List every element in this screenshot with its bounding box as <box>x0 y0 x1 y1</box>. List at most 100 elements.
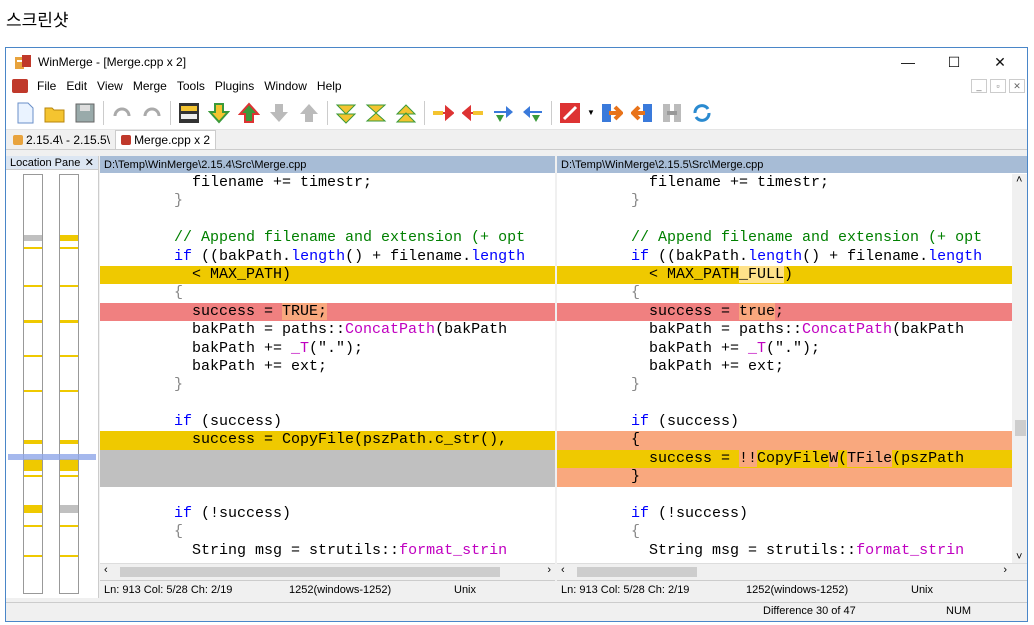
diff-line: success = CopyFile(pszPath.c_str(), <box>100 431 555 450</box>
right-status-eol: Unix <box>911 583 934 596</box>
prev-diff-icon[interactable] <box>237 101 261 125</box>
code-line: if (!success) <box>631 505 749 523</box>
save-icon[interactable] <box>73 101 97 125</box>
merge-disabled-icon[interactable] <box>660 101 684 125</box>
compare-right-icon[interactable] <box>600 101 624 125</box>
close-button[interactable]: ✕ <box>977 48 1023 76</box>
tab-file-compare[interactable]: Merge.cpp x 2 <box>115 130 217 149</box>
redo-icon[interactable] <box>140 101 164 125</box>
right-horizontal-scrollbar[interactable]: ‹ › <box>557 563 1027 580</box>
main-status-bar: Difference 30 of 47 NUM <box>6 602 1027 621</box>
scroll-left-icon[interactable]: ‹ <box>561 564 565 576</box>
code-line: if ((bakPath.length() + filename.length <box>174 247 526 265</box>
tab-label: 2.15.4\ - 2.15.5\ <box>26 132 111 147</box>
left-horizontal-scrollbar[interactable]: ‹ › <box>100 563 555 580</box>
right-code-view[interactable]: filename += timestr; } // Append filenam… <box>557 174 1012 564</box>
num-lock-indicator: NUM <box>946 605 972 617</box>
code-line: if (success) <box>631 413 740 431</box>
left-status-position: Ln: 913 Col: 5/28 Ch: 2/19 <box>104 583 233 596</box>
code-line: { <box>559 523 641 541</box>
scroll-left-icon[interactable]: ‹ <box>104 564 108 576</box>
compare-left-icon[interactable] <box>630 101 654 125</box>
menu-file[interactable]: File <box>32 79 61 93</box>
minimize-button[interactable]: — <box>885 48 931 76</box>
scroll-up-icon[interactable]: ˄ <box>1016 174 1022 186</box>
left-code-view[interactable]: filename += timestr; } // Append filenam… <box>100 174 555 564</box>
diff-line: < MAX_PATH_FULL) <box>557 265 1012 285</box>
menu-plugins[interactable]: Plugins <box>210 79 259 93</box>
toolbar: ▼ <box>6 96 1027 130</box>
current-diff-icon[interactable] <box>364 101 388 125</box>
menu-bar: File Edit View Merge Tools Plugins Windo… <box>6 76 1027 96</box>
menu-window[interactable]: Window <box>259 79 312 93</box>
options-icon[interactable] <box>558 101 582 125</box>
diff-line: success = !!CopyFileW(TFile(pszPath <box>557 449 1012 469</box>
code-line: if (success) <box>174 413 283 431</box>
code-line: bakPath += ext; <box>559 357 785 375</box>
code-line: bakPath = paths::ConcatPath(bakPath <box>559 321 965 339</box>
title-bar: WinMerge - [Merge.cpp x 2] — ☐ ✕ <box>6 48 1027 76</box>
tab-folder-compare[interactable]: 2.15.4\ - 2.15.5\ <box>8 130 115 149</box>
scroll-down-icon[interactable]: ˅ <box>1016 551 1022 563</box>
diff-options-icon[interactable] <box>177 101 201 125</box>
mdi-minimize-button[interactable]: _ <box>971 79 987 93</box>
menu-edit[interactable]: Edit <box>61 79 92 93</box>
winmerge-app-icon <box>14 54 32 70</box>
menu-merge[interactable]: Merge <box>128 79 172 93</box>
left-file-path: D:\Temp\WinMerge\2.15.4\Src\Merge.cpp <box>100 156 555 173</box>
menu-tools[interactable]: Tools <box>172 79 210 93</box>
code-line: } <box>102 192 184 210</box>
refresh-icon[interactable] <box>690 101 714 125</box>
code-line: // Append filename and extension (+ opt <box>559 229 983 247</box>
location-pane-close-icon[interactable]: ✕ <box>85 156 94 169</box>
copy-right-advance-icon[interactable] <box>491 101 515 125</box>
right-file-pane[interactable]: D:\Temp\WinMerge\2.15.5\Src\Merge.cpp fi… <box>557 156 1027 598</box>
location-pane[interactable]: Location Pane ✕ <box>6 156 99 598</box>
menu-view[interactable]: View <box>92 79 128 93</box>
code-line: if (!success) <box>174 505 292 523</box>
location-viewport-marker[interactable] <box>8 454 96 460</box>
code-line: } <box>102 376 184 394</box>
code-line: } <box>559 376 641 394</box>
scroll-right-icon[interactable]: › <box>1003 564 1007 576</box>
maximize-button[interactable]: ☐ <box>931 48 977 76</box>
code-line: { <box>559 284 641 302</box>
next-diff-icon[interactable] <box>207 101 231 125</box>
location-strip-right[interactable] <box>59 174 79 594</box>
first-diff-icon[interactable] <box>334 101 358 125</box>
last-diff-icon[interactable] <box>394 101 418 125</box>
new-icon[interactable] <box>13 101 37 125</box>
tab-label: Merge.cpp x 2 <box>134 133 211 147</box>
scroll-right-icon[interactable]: › <box>547 564 551 576</box>
menu-help[interactable]: Help <box>312 79 347 93</box>
next-conflict-icon[interactable] <box>267 101 291 125</box>
code-line: String msg = strutils::format_strin <box>102 541 508 559</box>
left-file-pane[interactable]: D:\Temp\WinMerge\2.15.4\Src\Merge.cpp fi… <box>100 156 555 598</box>
doc-icon[interactable] <box>12 79 28 93</box>
mdi-close-button[interactable]: ✕ <box>1009 79 1025 93</box>
code-line: bakPath += _T("."); <box>559 339 821 357</box>
right-status-encoding: 1252(windows-1252) <box>746 583 849 596</box>
copy-left-advance-icon[interactable] <box>521 101 545 125</box>
mdi-restore-button[interactable]: ▫ <box>990 79 1006 93</box>
code-line: filename += timestr; <box>559 174 830 191</box>
copy-left-icon[interactable] <box>461 101 485 125</box>
open-folder-icon[interactable] <box>43 101 67 125</box>
undo-icon[interactable] <box>110 101 134 125</box>
missing-line <box>100 468 555 487</box>
copy-right-icon[interactable] <box>431 101 455 125</box>
location-strip-left[interactable] <box>23 174 43 594</box>
right-status-position: Ln: 913 Col: 5/28 Ch: 2/19 <box>561 583 690 596</box>
page-caption: 스크린샷 <box>6 11 69 31</box>
diff-line: } <box>557 468 1012 487</box>
code-line: bakPath = paths::ConcatPath(bakPath <box>102 321 508 339</box>
right-vertical-scrollbar[interactable]: ˄ ˅ <box>1012 174 1027 563</box>
dropdown-arrow-icon[interactable]: ▼ <box>587 108 595 117</box>
code-line: } <box>559 192 641 210</box>
prev-conflict-icon[interactable] <box>297 101 321 125</box>
code-line: { <box>102 284 184 302</box>
